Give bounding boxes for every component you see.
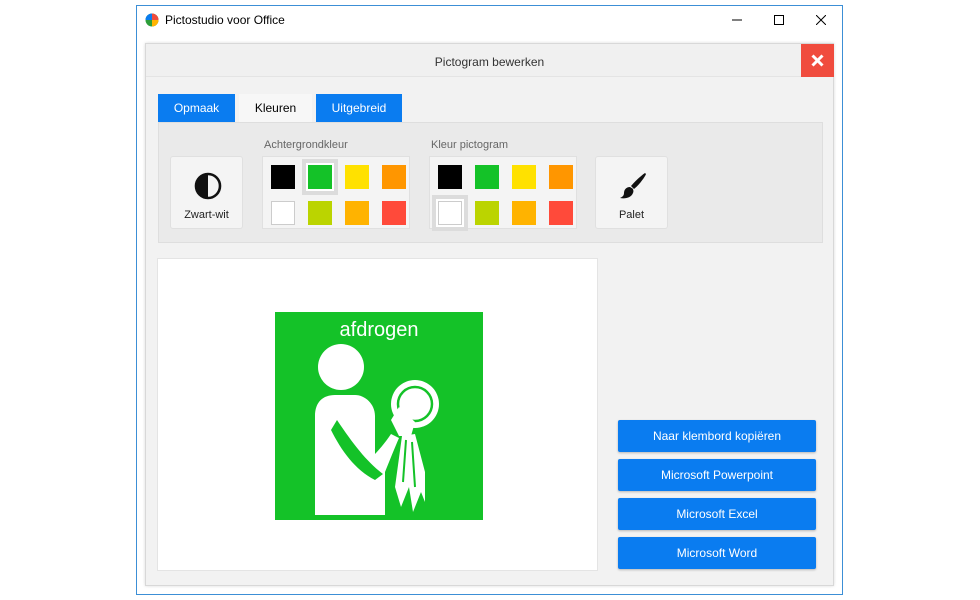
close-icon (816, 15, 826, 25)
edit-dialog: Pictogram bewerken Opmaak Kleuren Uitgeb… (145, 43, 834, 586)
maximize-button[interactable] (757, 6, 801, 34)
paintbrush-icon (620, 173, 646, 199)
picto-swatch-grid (429, 156, 577, 231)
minimize-button[interactable] (715, 6, 759, 34)
background-swatch-5[interactable] (271, 201, 295, 225)
copy-to-clipboard-button[interactable]: Naar klembord kopiëren (618, 420, 816, 452)
background-swatch-3[interactable] (345, 165, 369, 189)
background-swatch-4[interactable] (382, 165, 406, 189)
contrast-icon (194, 172, 222, 200)
background-color-label: Achtergrondkleur (264, 139, 348, 151)
excel-button[interactable]: Microsoft Excel (618, 498, 816, 530)
dialog-header: Pictogram bewerken (146, 44, 834, 77)
palet-label: Palet (618, 209, 645, 221)
dialog-close-button[interactable] (801, 44, 834, 77)
picto-swatch-1[interactable] (438, 165, 462, 189)
zwart-wit-label: Zwart-wit (184, 209, 229, 221)
dialog-title: Pictogram bewerken (434, 55, 545, 69)
powerpoint-button[interactable]: Microsoft Powerpoint (618, 459, 816, 491)
word-button[interactable]: Microsoft Word (618, 537, 816, 569)
tab-opmaak[interactable]: Opmaak (158, 94, 235, 122)
picto-swatch-4[interactable] (549, 165, 573, 189)
picto-color-label: Kleur pictogram (431, 139, 509, 151)
picto-swatch-3[interactable] (512, 165, 536, 189)
app-window: Pictostudio voor Office Pictogram bewerk… (136, 5, 843, 595)
pictogram-image: afdrogen (275, 312, 483, 520)
tab-kleuren[interactable]: Kleuren (239, 94, 312, 122)
picto-swatch-7[interactable] (512, 201, 536, 225)
background-swatch-grid (262, 156, 410, 229)
app-logo-icon (145, 13, 159, 27)
minimize-icon (732, 19, 742, 21)
picto-swatch-2[interactable] (475, 165, 499, 189)
window-title: Pictostudio voor Office (165, 13, 285, 27)
background-swatch-1[interactable] (271, 165, 295, 189)
palet-button[interactable]: Palet (595, 156, 668, 229)
pictogram-preview: afdrogen (157, 258, 598, 571)
picto-swatch-5[interactable] (436, 199, 464, 227)
close-icon (811, 54, 824, 67)
picto-swatch-6[interactable] (475, 201, 499, 225)
background-swatch-8[interactable] (382, 201, 406, 225)
color-toolbar: Zwart-wit Achtergrondkleur Kleur pictogr… (158, 122, 823, 243)
window-close-button[interactable] (799, 6, 843, 34)
background-swatch-2[interactable] (306, 163, 334, 191)
picto-swatch-8[interactable] (549, 201, 573, 225)
background-swatch-7[interactable] (345, 201, 369, 225)
zwart-wit-button[interactable]: Zwart-wit (170, 156, 243, 229)
maximize-icon (774, 15, 784, 25)
background-swatch-6[interactable] (308, 201, 332, 225)
title-bar[interactable]: Pictostudio voor Office (137, 6, 842, 34)
tab-uitgebreid[interactable]: Uitgebreid (316, 94, 402, 122)
pictogram-word: afdrogen (340, 319, 419, 341)
